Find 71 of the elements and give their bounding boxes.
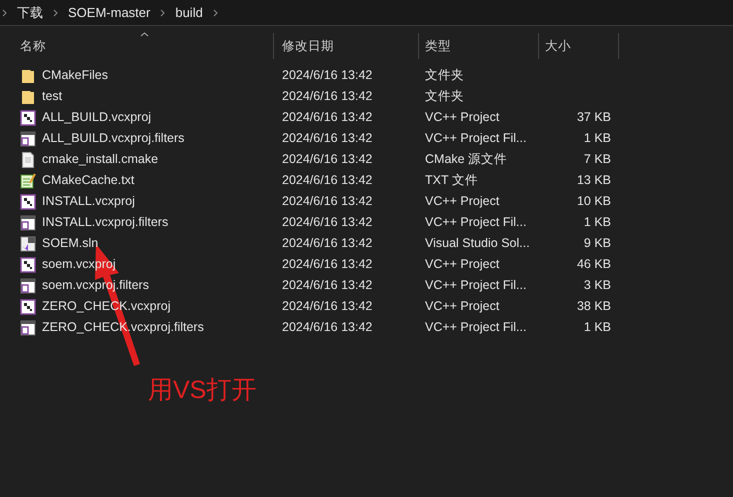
document-icon	[22, 152, 34, 168]
breadcrumb-item[interactable]: 下载	[17, 2, 43, 22]
chevron-icon	[212, 8, 218, 16]
file-type: VC++ Project Fil...	[425, 215, 526, 230]
project-file-icon	[20, 110, 36, 126]
file-size: 10 KB	[576, 193, 611, 210]
file-size: 7 KB	[584, 151, 611, 168]
file-type: VC++ Project	[425, 257, 500, 272]
file-name[interactable]: CMakeCache.txt	[42, 171, 134, 190]
file-name[interactable]: test	[42, 87, 62, 106]
folder-icon	[21, 68, 35, 84]
modified-date: 2024/6/16 13:42	[282, 236, 372, 250]
solution-file-icon	[20, 236, 36, 252]
file-size: 1 KB	[584, 319, 611, 336]
filters-file-icon	[20, 214, 36, 230]
file-size: 1 KB	[584, 214, 611, 232]
notepad-icon	[20, 172, 36, 188]
project-file-icon	[20, 256, 36, 272]
file-type: TXT 文件	[425, 173, 478, 188]
project-file-icon	[20, 194, 36, 210]
file-name[interactable]: INSTALL.vcxproj.filters	[42, 213, 168, 232]
file-type: CMake 源文件	[425, 152, 508, 166]
file-size: 38 KB	[576, 298, 611, 316]
filters-file-icon	[20, 130, 36, 146]
annotation-text: 用VS打开	[148, 375, 256, 406]
modified-date: 2024/6/16 13:42	[282, 173, 372, 188]
file-size: 46 KB	[576, 256, 611, 274]
breadcrumb-item[interactable]: SOEM-master	[68, 2, 150, 22]
file-size: 13 KB	[576, 172, 611, 190]
file-type: 文件夹	[425, 89, 464, 104]
chevron-icon	[2, 8, 7, 16]
file-type: VC++ Project Fil...	[425, 320, 526, 334]
file-name[interactable]: ALL_BUILD.vcxproj	[42, 108, 152, 127]
modified-date: 2024/6/16 13:42	[282, 215, 372, 230]
project-file-icon	[20, 298, 36, 314]
modified-date: 2024/6/16 13:42	[282, 110, 372, 124]
modified-date: 2024/6/16 13:42	[282, 278, 372, 292]
filters-file-icon	[20, 278, 36, 294]
modified-date: 2024/6/16 13:42	[282, 89, 372, 104]
file-type: VC++ Project	[425, 299, 500, 314]
file-name[interactable]: INSTALL.vcxproj	[42, 192, 135, 211]
modified-date: 2024/6/16 13:42	[282, 68, 372, 82]
file-type: 文件夹	[425, 68, 464, 82]
column-header[interactable]: 名称	[20, 33, 274, 59]
file-size: 1 KB	[584, 130, 611, 148]
file-type: Visual Studio Sol...	[425, 236, 530, 250]
file-type: VC++ Project Fil...	[425, 131, 526, 146]
modified-date: 2024/6/16 13:42	[282, 194, 372, 208]
column-header[interactable]: 大小	[539, 33, 619, 59]
chevron-icon	[160, 8, 166, 16]
file-type: VC++ Project	[425, 194, 500, 208]
file-name[interactable]: SOEM.sln	[42, 234, 98, 253]
file-name[interactable]: cmake_install.cmake	[42, 150, 158, 169]
file-type: VC++ Project	[425, 110, 500, 124]
file-name[interactable]: ALL_BUILD.vcxproj.filters	[42, 129, 184, 148]
file-size: 37 KB	[576, 109, 611, 126]
modified-date: 2024/6/16 13:42	[282, 320, 372, 334]
breadcrumb-item[interactable]: build	[175, 2, 203, 22]
filters-file-icon	[20, 320, 36, 336]
file-size: 3 KB	[584, 277, 611, 294]
file-size: 9 KB	[584, 235, 611, 252]
modified-date: 2024/6/16 13:42	[282, 152, 372, 166]
folder-icon	[21, 88, 35, 104]
modified-date: 2024/6/16 13:42	[282, 299, 372, 314]
file-name[interactable]: CMakeFiles	[42, 66, 108, 85]
column-header[interactable]: 修改日期	[274, 33, 419, 59]
file-type: VC++ Project Fil...	[425, 278, 526, 292]
chevron-icon	[53, 8, 58, 16]
modified-date: 2024/6/16 13:42	[282, 131, 372, 146]
modified-date: 2024/6/16 13:42	[282, 257, 372, 272]
column-header[interactable]: 类型	[419, 33, 539, 59]
